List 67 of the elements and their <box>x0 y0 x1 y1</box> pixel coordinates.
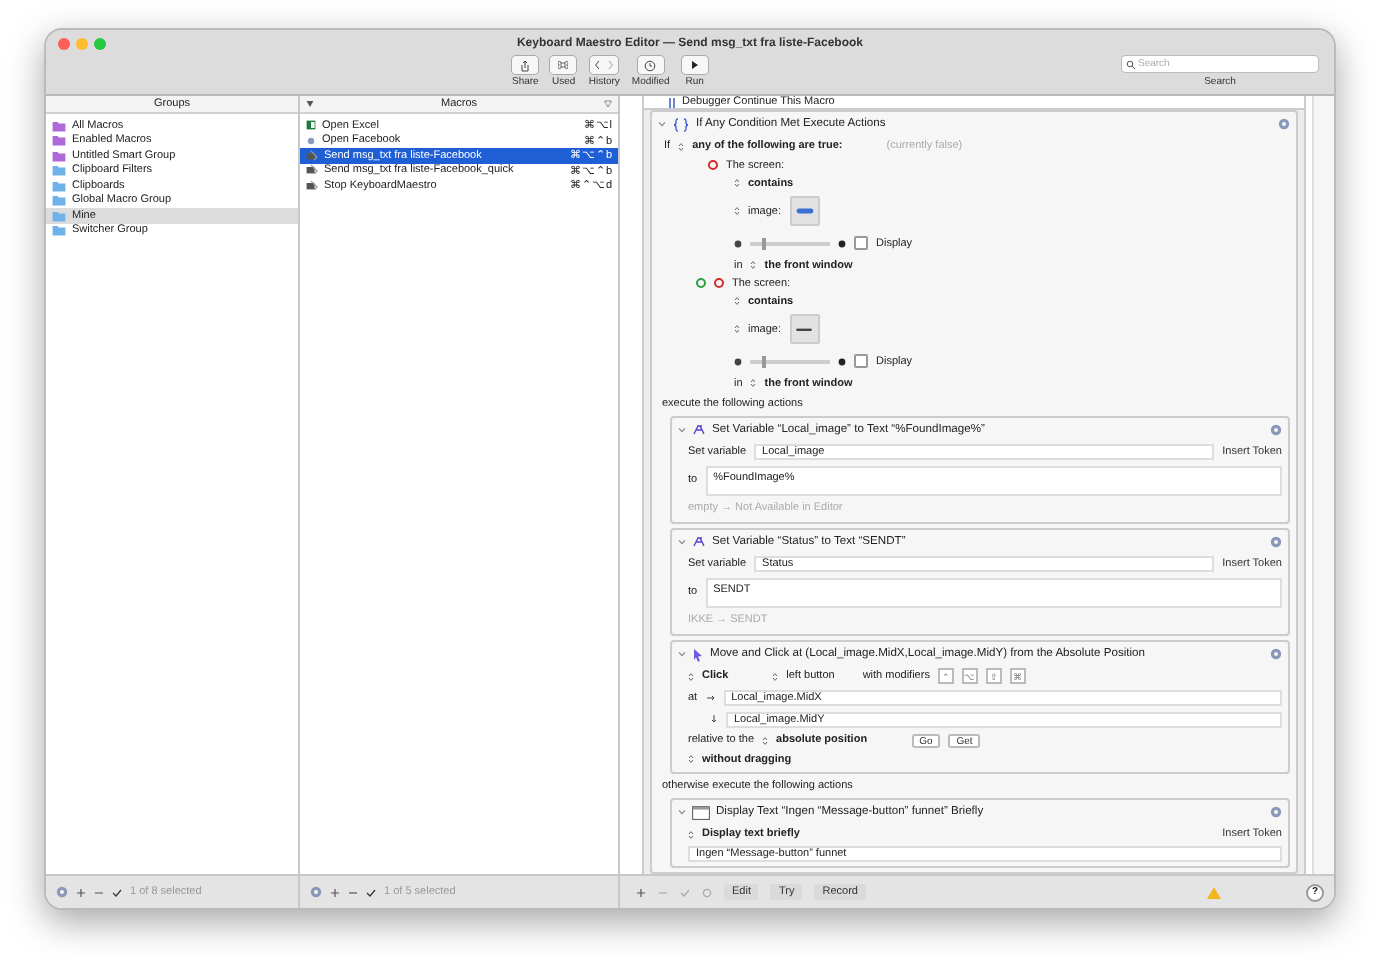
bright-icon <box>838 357 846 365</box>
gear-icon <box>1270 648 1282 660</box>
forward-icon <box>608 60 615 70</box>
dim-icon <box>734 239 742 247</box>
collapse-icon <box>678 426 686 434</box>
dim-icon <box>734 357 742 365</box>
collapse-icon <box>658 120 666 128</box>
remove-condition-icon <box>708 160 718 170</box>
search-icon <box>1126 59 1136 69</box>
stepper-icon <box>762 735 769 745</box>
remove-condition-icon <box>714 278 724 288</box>
command-icon <box>558 60 569 70</box>
collapse-icon <box>678 538 686 546</box>
spreadsheet-icon <box>306 120 316 131</box>
bright-icon <box>838 239 846 247</box>
remove-icon <box>658 887 668 897</box>
gear-icon <box>310 886 322 898</box>
collapse-icon <box>678 808 686 816</box>
stepper-icon <box>734 206 740 216</box>
gear-icon <box>1270 806 1282 818</box>
share-icon <box>520 59 531 71</box>
stepper-icon <box>750 260 757 270</box>
stepper-icon <box>688 829 694 839</box>
scrollbar[interactable] <box>1312 96 1334 874</box>
app-icon <box>306 135 316 146</box>
collapse-icon <box>678 650 686 658</box>
sort-icon <box>306 100 314 108</box>
back-icon <box>594 60 601 70</box>
stepper-icon <box>734 178 740 188</box>
add-icon <box>76 887 86 897</box>
display-checkbox[interactable] <box>854 354 868 368</box>
checkmark-icon <box>680 887 690 897</box>
checkmark-icon <box>366 887 376 897</box>
remove-icon <box>94 887 104 897</box>
gear-icon <box>1278 118 1290 130</box>
stepper-icon <box>734 296 740 306</box>
debugger-icon <box>668 98 676 108</box>
window-icon <box>692 805 710 819</box>
play-icon <box>689 60 700 70</box>
add-icon <box>636 887 646 897</box>
down-arrow-icon <box>710 714 718 724</box>
checkmark-icon <box>112 887 122 897</box>
mouse-pointer-icon <box>692 647 704 661</box>
gear-icon <box>1270 424 1282 436</box>
gear-icon <box>1270 536 1282 548</box>
add-icon <box>330 887 340 897</box>
warning-icon <box>1206 885 1222 899</box>
remove-icon <box>348 887 358 897</box>
gear-icon <box>702 887 712 897</box>
stepper-icon <box>678 141 685 151</box>
braces-icon <box>672 117 690 131</box>
gear-icon <box>56 886 68 898</box>
variable-icon <box>692 536 706 548</box>
filter-icon <box>604 100 612 108</box>
stepper-icon <box>688 671 694 681</box>
toolbar-button[interactable] <box>681 56 708 74</box>
display-checkbox[interactable] <box>854 236 868 250</box>
image-well[interactable] <box>789 196 820 226</box>
stepper-icon <box>750 378 757 388</box>
stepper-icon <box>772 671 779 681</box>
image-well[interactable] <box>789 314 820 344</box>
button-thumbnail-icon <box>795 208 814 214</box>
right-arrow-icon <box>705 693 716 701</box>
stepper-icon <box>688 754 694 764</box>
clock-icon <box>644 59 657 71</box>
stepper-icon <box>734 324 740 334</box>
variable-icon <box>692 424 706 436</box>
